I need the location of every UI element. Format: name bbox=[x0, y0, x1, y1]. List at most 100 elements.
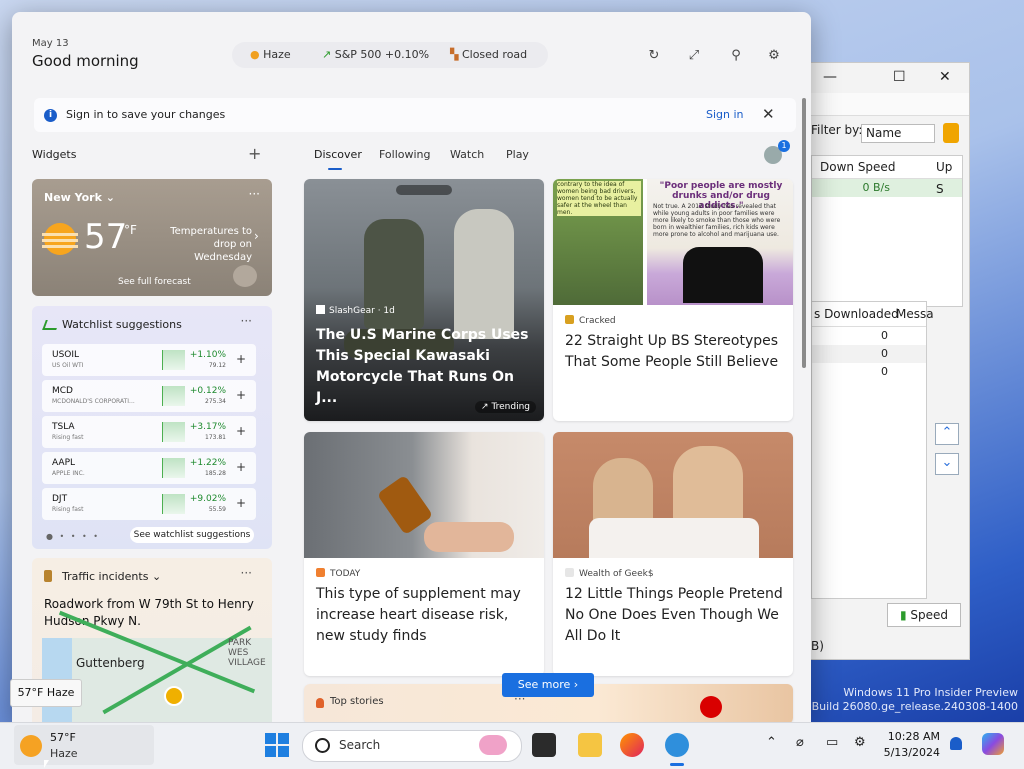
clothing-shape bbox=[589, 518, 759, 558]
add-stock-button[interactable]: + bbox=[236, 424, 246, 438]
bell-icon[interactable] bbox=[950, 737, 962, 750]
col-message[interactable]: Messa bbox=[896, 302, 934, 326]
news-card-supplement[interactable]: TODAY This type of supplement may increa… bbox=[304, 432, 544, 676]
display-icon[interactable]: ▭ bbox=[826, 735, 838, 750]
weather-card[interactable]: New York ⌄ ··· 57 °F Temperatures to dro… bbox=[32, 179, 272, 296]
full-forecast-link[interactable]: See full forecast bbox=[118, 277, 191, 287]
add-stock-button[interactable]: + bbox=[236, 460, 246, 474]
minimize-icon[interactable]: — bbox=[823, 69, 837, 85]
start-button[interactable] bbox=[265, 733, 289, 757]
traffic-title[interactable]: Traffic incidents ⌄ bbox=[62, 570, 161, 583]
speed-button[interactable]: ▮ Speed bbox=[887, 603, 961, 627]
red-shape bbox=[700, 696, 722, 718]
copilot-icon[interactable] bbox=[982, 733, 1004, 755]
table-row[interactable]: 0 bbox=[812, 363, 926, 381]
see-watchlist-button[interactable]: See watchlist suggestions bbox=[130, 527, 254, 543]
expand-icon[interactable]: ⤢ bbox=[686, 48, 702, 64]
bar-chart-icon: ▮ bbox=[899, 608, 907, 622]
firefox-icon[interactable] bbox=[620, 733, 644, 757]
chip-haze[interactable]: ● Haze bbox=[250, 48, 291, 61]
qbittorrent-icon[interactable] bbox=[665, 733, 689, 757]
taskbar-clock[interactable]: 10:28 AM 5/13/2024 bbox=[882, 729, 940, 761]
tab-watch[interactable]: Watch bbox=[450, 148, 484, 161]
stock-change: +3.17% bbox=[189, 422, 226, 432]
tab-following[interactable]: Following bbox=[379, 148, 431, 161]
taskbar-temp: 57°F bbox=[50, 731, 76, 744]
active-tab-indicator bbox=[328, 168, 342, 170]
tab-play[interactable]: Play bbox=[506, 148, 529, 161]
chevron-up-icon[interactable]: ⌃ bbox=[766, 735, 777, 750]
table-header: Down Speed Up S bbox=[812, 156, 962, 196]
stock-row-aapl[interactable]: AAPL APPLE INC. +1.22% 185.28 + bbox=[42, 452, 256, 484]
see-more-button[interactable]: See more › bbox=[502, 673, 594, 697]
refresh-icon[interactable]: ↻ bbox=[646, 48, 662, 64]
chevron-right-icon[interactable]: › bbox=[254, 229, 259, 243]
scrollbar[interactable] bbox=[802, 98, 806, 368]
news-title[interactable]: 12 Little Things People Pretend No One D… bbox=[565, 584, 783, 647]
add-widget-button[interactable]: + bbox=[248, 144, 261, 163]
maximize-icon[interactable]: ☐ bbox=[893, 69, 906, 85]
weather-note[interactable]: Temperatures to drop on Wednesday bbox=[160, 225, 252, 264]
map-city-label: Guttenberg bbox=[76, 656, 145, 670]
add-stock-button[interactable]: + bbox=[236, 496, 246, 510]
chevron-down-icon[interactable]: ⌄ bbox=[935, 453, 959, 475]
chip-label: S&P 500 +0.10% bbox=[334, 48, 430, 61]
col-downloaded[interactable]: s Downloaded bbox=[814, 302, 899, 326]
greeting: Good morning bbox=[32, 52, 139, 70]
close-icon[interactable]: ✕ bbox=[762, 105, 775, 123]
source-logo-icon bbox=[316, 305, 325, 314]
settings-tray-icon[interactable]: ⚙ bbox=[854, 735, 866, 750]
pager-dots[interactable]: ● • • • • bbox=[46, 532, 100, 541]
news-title[interactable]: This type of supplement may increase hea… bbox=[316, 584, 534, 647]
table-row[interactable]: 0 bbox=[812, 345, 926, 363]
taskbar-search[interactable]: Search bbox=[302, 730, 522, 762]
lock-icon[interactable] bbox=[943, 123, 959, 143]
add-stock-button[interactable]: + bbox=[236, 388, 246, 402]
table-row[interactable]: 0 bbox=[812, 327, 926, 345]
stock-symbol: TSLA bbox=[52, 422, 75, 432]
stock-row-tsla[interactable]: TSLA Rising fast +3.17% 173.81 + bbox=[42, 416, 256, 448]
news-title[interactable]: The U.S Marine Corps Uses This Special K… bbox=[316, 325, 532, 409]
col-down-speed[interactable]: Down Speed bbox=[820, 156, 895, 178]
stock-symbol: AAPL bbox=[52, 458, 76, 468]
pin-icon[interactable]: ⚲ bbox=[728, 48, 744, 64]
network-off-icon[interactable]: ⌀ bbox=[796, 735, 804, 750]
signin-banner: i Sign in to save your changes Sign in ✕ bbox=[34, 98, 796, 132]
chip-label: Closed road bbox=[461, 48, 528, 61]
chip-sp500[interactable]: ↗ S&P 500 +0.10% bbox=[322, 48, 429, 61]
pilot-figure bbox=[454, 209, 514, 339]
news-card-stereotypes[interactable]: contrary to the idea of women being bad … bbox=[553, 179, 793, 421]
taskbar-weather-button[interactable]: 57°F Haze bbox=[14, 725, 154, 765]
weather-city[interactable]: New York ⌄ bbox=[44, 191, 115, 204]
header-chips: ● Haze ↗ S&P 500 +0.10% ▚ Closed road bbox=[232, 42, 548, 68]
news-title[interactable]: 22 Straight Up BS Stereotypes That Some … bbox=[565, 331, 783, 373]
stock-row-djt[interactable]: DJT Rising fast +9.02% 55.59 + bbox=[42, 488, 256, 520]
incident-pin-icon[interactable] bbox=[164, 686, 184, 706]
chevron-up-icon[interactable]: ⌃ bbox=[935, 423, 959, 445]
signin-message: Sign in to save your changes bbox=[66, 108, 226, 121]
stock-row-mcd[interactable]: MCD MCDONALD'S CORPORATI... +0.12% 275.3… bbox=[42, 380, 256, 412]
torrent-table: Down Speed Up S 0 B/s bbox=[811, 155, 963, 307]
task-view-icon[interactable] bbox=[532, 733, 556, 757]
carousel-pager[interactable] bbox=[396, 185, 452, 195]
signin-link[interactable]: Sign in bbox=[706, 108, 744, 121]
speed-button-label: Speed bbox=[910, 608, 949, 622]
source-label: TODAY bbox=[330, 569, 361, 579]
tab-discover[interactable]: Discover bbox=[314, 148, 362, 161]
stock-symbol: MCD bbox=[52, 386, 73, 396]
news-card-hero[interactable]: SlashGear · 1d The U.S Marine Corps Uses… bbox=[304, 179, 544, 421]
more-options-icon[interactable]: ··· bbox=[241, 566, 252, 580]
windows-logo-icon bbox=[278, 746, 289, 757]
file-explorer-icon[interactable] bbox=[578, 733, 602, 757]
filter-select[interactable]: Name bbox=[861, 124, 935, 143]
close-icon[interactable]: ✕ bbox=[939, 69, 951, 85]
watchlist-card: Watchlist suggestions ··· USOIL US Oil W… bbox=[32, 306, 272, 549]
news-card-little-things[interactable]: Wealth of Geek$ 12 Little Things People … bbox=[553, 432, 793, 676]
stock-row-usoil[interactable]: USOIL US Oil WTI +1.10% 79.12 + bbox=[42, 344, 256, 376]
more-options-icon[interactable]: ··· bbox=[241, 314, 252, 328]
chip-closed-road[interactable]: ▚ Closed road bbox=[450, 48, 527, 61]
add-stock-button[interactable]: + bbox=[236, 352, 246, 366]
more-options-icon[interactable]: ··· bbox=[249, 187, 260, 201]
col-up-speed[interactable]: Up S bbox=[936, 156, 962, 200]
gear-icon[interactable]: ⚙ bbox=[766, 48, 782, 64]
